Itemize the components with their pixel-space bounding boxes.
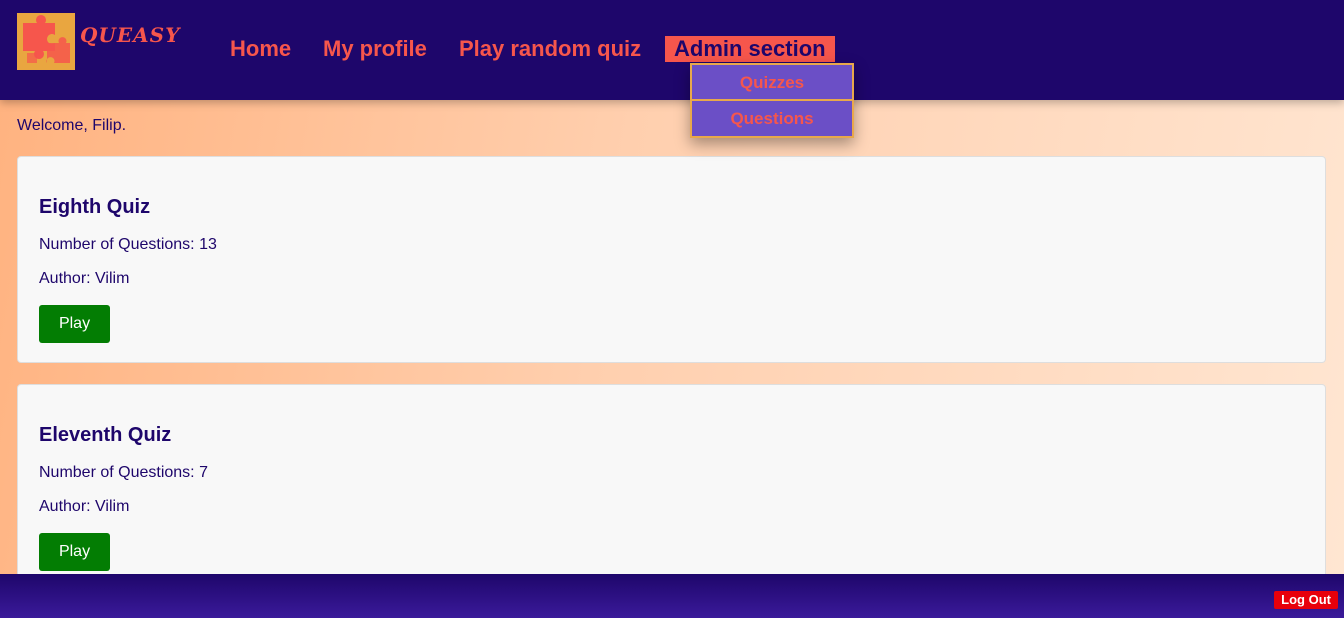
quiz-card: Eighth Quiz Number of Questions: 13 Auth… bbox=[17, 156, 1326, 363]
brand-name: QUEASY bbox=[80, 23, 181, 47]
nav-home[interactable]: Home bbox=[230, 36, 291, 62]
admin-dropdown-menu: Quizzes Questions bbox=[690, 63, 854, 138]
play-button[interactable]: Play bbox=[39, 533, 110, 571]
nav-admin-section[interactable]: Admin section bbox=[665, 36, 835, 62]
menu-item-questions[interactable]: Questions bbox=[690, 101, 854, 138]
puzzle-logo-icon bbox=[17, 13, 75, 70]
play-button[interactable]: Play bbox=[39, 305, 110, 343]
quiz-author: Author: Vilim bbox=[39, 270, 130, 287]
quiz-title: Eleventh Quiz bbox=[39, 424, 172, 446]
log-out-button[interactable]: Log Out bbox=[1274, 591, 1338, 609]
nav-play-random-quiz[interactable]: Play random quiz bbox=[459, 36, 641, 62]
site-logo[interactable]: QUEASY bbox=[17, 13, 181, 71]
quiz-question-count: Number of Questions: 7 bbox=[39, 464, 208, 481]
footer-bar: Log Out bbox=[0, 574, 1344, 618]
quiz-author: Author: Vilim bbox=[39, 498, 130, 515]
quiz-question-count: Number of Questions: 13 bbox=[39, 236, 217, 253]
nav-my-profile[interactable]: My profile bbox=[323, 36, 427, 62]
top-navbar: QUEASY Home My profile Play random quiz … bbox=[0, 0, 1344, 100]
quiz-card: Eleventh Quiz Number of Questions: 7 Aut… bbox=[17, 384, 1326, 591]
menu-item-quizzes[interactable]: Quizzes bbox=[690, 63, 854, 101]
welcome-message: Welcome, Filip. bbox=[17, 117, 127, 134]
quiz-title: Eighth Quiz bbox=[39, 196, 151, 218]
